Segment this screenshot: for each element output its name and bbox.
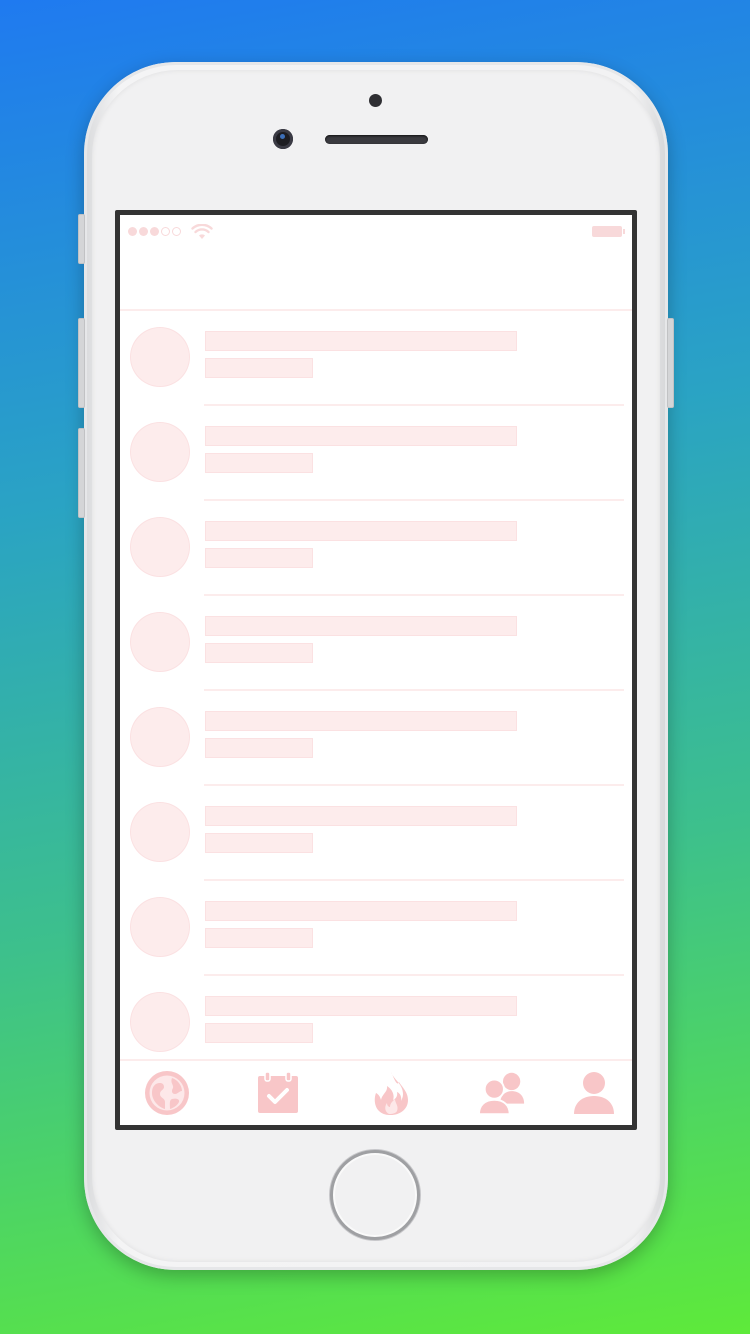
home-button[interactable] (330, 1150, 420, 1240)
avatar-placeholder (131, 708, 189, 766)
avatar-placeholder (131, 898, 189, 956)
users-icon (477, 1072, 525, 1116)
title-placeholder (206, 332, 516, 350)
mute-switch (78, 214, 85, 264)
tab-events[interactable] (253, 1069, 303, 1117)
signal-strength-icon (128, 227, 181, 236)
title-placeholder (206, 807, 516, 825)
subtitle-placeholder (206, 644, 312, 662)
subtitle-placeholder (206, 1024, 312, 1042)
subtitle-placeholder (206, 454, 312, 472)
tab-friends[interactable] (477, 1069, 527, 1117)
list-item[interactable] (120, 596, 632, 691)
placeholder-list (120, 311, 632, 1071)
list-item[interactable] (120, 406, 632, 501)
title-placeholder (206, 427, 516, 445)
avatar-placeholder (131, 423, 189, 481)
subtitle-placeholder (206, 834, 312, 852)
subtitle-placeholder (206, 359, 312, 377)
subtitle-placeholder (206, 549, 312, 567)
front-camera (273, 129, 293, 149)
screen-bezel (115, 210, 637, 1130)
volume-up-button (78, 318, 85, 408)
title-placeholder (206, 617, 516, 635)
title-placeholder (206, 997, 516, 1015)
list-item[interactable] (120, 976, 632, 1071)
list-item[interactable] (120, 691, 632, 786)
title-placeholder (206, 712, 516, 730)
tab-explore[interactable] (142, 1069, 192, 1117)
calendar-check-icon (258, 1071, 298, 1113)
list-item[interactable] (120, 311, 632, 406)
proximity-sensor (369, 94, 382, 107)
navigation-bar (120, 245, 632, 311)
status-bar (120, 215, 632, 245)
earpiece-speaker (325, 135, 428, 144)
tab-trending[interactable] (366, 1069, 416, 1117)
subtitle-placeholder (206, 929, 312, 947)
volume-down-button (78, 428, 85, 518)
avatar-placeholder (131, 328, 189, 386)
avatar-placeholder (131, 518, 189, 576)
power-button (667, 318, 674, 408)
user-icon (574, 1072, 614, 1114)
list-item[interactable] (120, 786, 632, 881)
title-placeholder (206, 902, 516, 920)
tab-bar (120, 1059, 632, 1125)
list-item[interactable] (120, 881, 632, 976)
tab-profile[interactable] (569, 1069, 619, 1117)
subtitle-placeholder (206, 739, 312, 757)
title-placeholder (206, 522, 516, 540)
battery-icon (592, 226, 625, 237)
avatar-placeholder (131, 993, 189, 1051)
globe-icon (145, 1071, 189, 1115)
avatar-placeholder (131, 803, 189, 861)
flame-icon (374, 1072, 408, 1115)
app-screen (120, 215, 632, 1125)
avatar-placeholder (131, 613, 189, 671)
wifi-icon (191, 224, 213, 239)
list-item[interactable] (120, 501, 632, 596)
